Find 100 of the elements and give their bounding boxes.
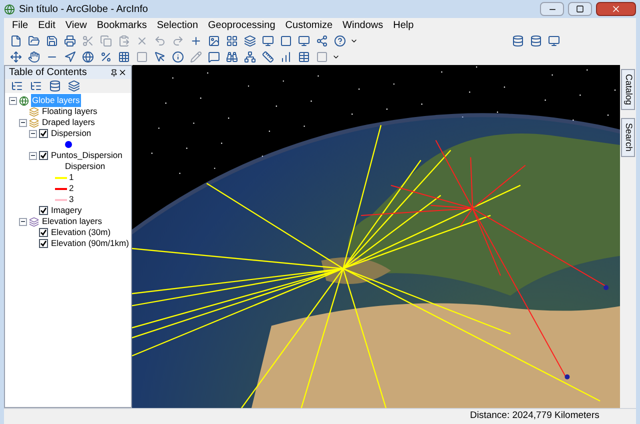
- window-title: Sin título - ArcGlobe - ArcInfo: [19, 2, 149, 16]
- layer-checkbox[interactable]: [39, 228, 48, 237]
- toolbar-icon: [30, 80, 42, 92]
- legend-label: 1: [69, 171, 74, 184]
- layer-checkbox[interactable]: [39, 206, 48, 215]
- layers-icon: [29, 118, 39, 128]
- toolbar-button[interactable]: [296, 33, 312, 49]
- layer-name[interactable]: Floating layers: [41, 105, 98, 118]
- collapse-toggle[interactable]: [19, 118, 27, 126]
- side-tab[interactable]: Search: [621, 118, 635, 157]
- toolbar-icon: [334, 35, 346, 47]
- collapse-toggle[interactable]: [19, 218, 27, 226]
- toolbar-icon: [82, 35, 94, 47]
- toolbar-button[interactable]: [8, 49, 24, 65]
- side-tab[interactable]: Catalog: [621, 69, 635, 110]
- toolbar-icon: [512, 35, 524, 47]
- toolbar-icon: [280, 35, 292, 47]
- toolbar-button[interactable]: [546, 33, 562, 49]
- toolbar-button[interactable]: [44, 33, 60, 49]
- toolbar-icon: [11, 80, 23, 92]
- toolbar-button[interactable]: [66, 78, 82, 94]
- toolbar-icon: [226, 51, 238, 63]
- toolbar-button[interactable]: [116, 49, 132, 65]
- maximize-icon: [576, 5, 584, 13]
- toolbar-icon: [49, 80, 61, 92]
- layer-name[interactable]: Draped layers: [41, 116, 96, 129]
- toolbar-button[interactable]: [26, 49, 42, 65]
- toolbar-button[interactable]: [314, 33, 330, 49]
- menu-item[interactable]: Edit: [38, 18, 56, 33]
- toolbar-icon: [226, 35, 238, 47]
- collapse-toggle[interactable]: [29, 130, 37, 138]
- layer-name[interactable]: Puntos_Dispersion: [50, 149, 124, 162]
- collapse-toggle[interactable]: [9, 96, 17, 104]
- toolbar-button[interactable]: [332, 33, 348, 49]
- toolbar-icon: [154, 51, 166, 63]
- toolbar-icon: [28, 51, 40, 63]
- close-button[interactable]: [596, 2, 636, 16]
- toolbar-icon: [244, 35, 256, 47]
- layer-name[interactable]: Dispersion: [50, 127, 92, 140]
- toolbar-button[interactable]: [224, 49, 240, 65]
- layer-checkbox[interactable]: [39, 239, 48, 248]
- toolbar-icon: [118, 35, 130, 47]
- toolbar-icon: [530, 35, 542, 47]
- toolbar-icon: [10, 35, 22, 47]
- menu-item[interactable]: View: [65, 18, 87, 33]
- toolbar-button[interactable]: [278, 33, 294, 49]
- menu-item[interactable]: Geoprocessing: [208, 18, 276, 33]
- menu-item[interactable]: File: [12, 18, 28, 33]
- toolbar-button[interactable]: [510, 33, 526, 49]
- toolbar-icon: [262, 35, 274, 47]
- toolbar-icon: [172, 51, 184, 63]
- layers-icon: [29, 106, 39, 116]
- menu-item[interactable]: Windows: [342, 18, 384, 33]
- toolbar-button[interactable]: [206, 33, 222, 49]
- maximize-button[interactable]: [568, 2, 592, 16]
- layer-name[interactable]: Imagery: [50, 204, 83, 217]
- toolbar-button[interactable]: [296, 49, 312, 65]
- toolbar-button[interactable]: [528, 33, 544, 49]
- toolbar-icon: [136, 51, 148, 63]
- status-text: Distance: 2024,779 Kilometers: [470, 409, 600, 424]
- toolbar-button[interactable]: [206, 49, 222, 65]
- menu-item[interactable]: Selection: [156, 18, 198, 33]
- app-icon: [4, 4, 15, 14]
- toolbar-button[interactable]: [80, 49, 96, 65]
- toolbar-icon: [316, 35, 328, 47]
- layer-name[interactable]: Elevation (90m/1km): [50, 237, 130, 250]
- pin-icon[interactable]: [110, 68, 118, 76]
- toolbar-icon: [262, 51, 274, 63]
- close-icon: [611, 4, 621, 14]
- toolbar-overflow-icon[interactable]: [332, 53, 340, 61]
- toolbar-button[interactable]: [62, 33, 78, 49]
- close-icon[interactable]: [118, 68, 127, 77]
- toolbar-icon: [64, 35, 76, 47]
- toolbar-button[interactable]: [224, 33, 240, 49]
- toolbar-button[interactable]: [62, 49, 78, 65]
- toolbar-button[interactable]: [242, 33, 258, 49]
- toolbar-icon: [118, 51, 130, 63]
- layer-checkbox[interactable]: [39, 129, 48, 138]
- menu-item[interactable]: Customize: [285, 18, 333, 33]
- toolbar-button[interactable]: [242, 49, 258, 65]
- menu-item[interactable]: Bookmarks: [96, 18, 147, 33]
- menu-item[interactable]: Help: [393, 18, 414, 33]
- collapse-toggle[interactable]: [29, 152, 37, 160]
- toolbar-icon: [298, 35, 310, 47]
- toolbar-button[interactable]: [260, 33, 276, 49]
- toolbar-icon: [190, 51, 202, 63]
- layer-name[interactable]: Elevation (30m): [50, 226, 112, 239]
- toolbar-icon: [548, 35, 560, 47]
- toolbar-button[interactable]: [47, 78, 63, 94]
- legend-label: 2: [69, 182, 74, 195]
- toolbar-button[interactable]: [260, 49, 276, 65]
- layer-name[interactable]: Elevation layers: [41, 215, 104, 228]
- toolbar-icon: [46, 35, 58, 47]
- toolbar-icon: [244, 51, 256, 63]
- toolbar-overflow-icon[interactable]: [350, 37, 358, 45]
- globe-icon: [19, 96, 29, 106]
- toolbar-icon: [190, 35, 202, 47]
- toolbar-icon: [208, 35, 220, 47]
- toolbar-button[interactable]: [170, 49, 186, 65]
- layer-checkbox[interactable]: [39, 151, 48, 160]
